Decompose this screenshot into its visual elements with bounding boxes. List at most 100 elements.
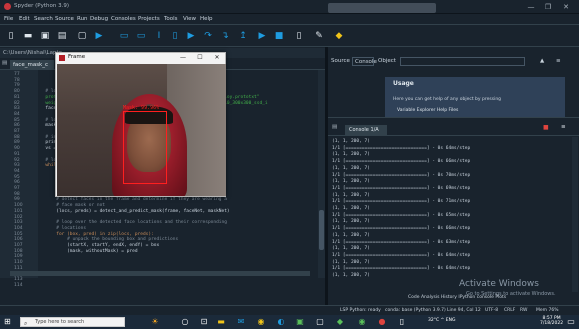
line-number: 91 [14,151,20,157]
console-line: 1/1 [==============================] - 0… [332,159,471,165]
menu-tools[interactable]: Tools [164,16,178,22]
restore-button[interactable]: ❐ [543,2,553,12]
lock-icon[interactable]: ▲ [540,58,544,64]
run-selection-icon[interactable]: I [152,29,166,43]
editor-scrollbar-thumb[interactable] [319,210,324,250]
menu-edit[interactable]: Edit [19,16,30,22]
python-path-icon[interactable]: ◆ [332,29,346,43]
object-input[interactable] [400,57,525,66]
editor-tab[interactable]: face_mask_c [10,60,54,70]
step-into-icon[interactable]: ↴ [218,29,232,43]
window-title: Spyder (Python 3.9) [14,3,69,9]
app-icon[interactable]: ◆ [335,317,345,327]
console-line: (1, 1, 200, 7) [332,179,370,185]
file-explorer-icon[interactable]: ▬ [216,317,226,327]
code-line: for (box, pred) in zip(locs, preds): [40,231,154,237]
options-icon[interactable]: ≡ [556,58,561,64]
save-all-icon[interactable]: ▤ [55,29,69,43]
console-tab[interactable]: Console 1/A [345,125,387,135]
code-line: # locations [40,225,87,231]
task-view-icon[interactable]: ○ [180,317,190,327]
new-file-icon[interactable]: ▯ [4,29,18,43]
console-line: 1/1 [==============================] - 0… [332,212,471,218]
editor-scrollbar[interactable] [318,70,325,278]
console-line: (1, 1, 200, 7) [332,232,370,238]
search-icon: ⌕ [24,320,28,327]
menu-consoles[interactable]: Consoles [111,16,136,22]
console-pane-tabs[interactable]: Code Analysis History IPython console Pl… [408,295,506,300]
console-line: 1/1 [==============================] - 0… [332,266,471,272]
lsp-status: LSP Python: ready [340,308,381,313]
ipython-console[interactable]: (1, 1, 200, 7) 1/1 [=====================… [328,137,572,292]
run-icon[interactable]: ▶ [92,29,106,43]
debug-icon[interactable]: ▶ [184,29,198,43]
console-scrollbar[interactable] [572,137,578,292]
edge-icon[interactable]: ◐ [276,317,286,327]
line-number: 103 [14,220,23,226]
taskbar-search-input[interactable]: ⌕ Type here to search [20,317,125,327]
line-number: 104 [14,225,23,231]
console-line: (1, 1, 200, 7) [332,206,370,211]
notifications-icon[interactable]: ▭ [566,317,576,327]
chrome-icon[interactable]: ◉ [256,317,266,327]
rw-status: RW [520,308,528,313]
new-window-icon[interactable]: ▢ [75,29,89,43]
open-file-icon[interactable]: ▬ [21,29,35,43]
system-tray[interactable]: 32°C ^ ENG [428,318,455,323]
continue-icon[interactable]: ▶ [255,29,269,43]
menu-source[interactable]: Source [55,16,74,22]
store-icon[interactable]: ▣ [295,317,305,327]
code-line: # unpack the bounding box and prediction… [40,237,179,243]
console-line: (1, 1, 200, 7) [332,139,370,144]
console-line: 1/1 [==============================] - 0… [332,199,471,205]
windows-taskbar: ⊞ ⌕ Type here to search ☀ ○ ⊡ ▬ ✉ ◉ ◐ ▣ … [0,315,579,329]
widgets-icon[interactable]: ⊡ [199,317,209,327]
face-prediction-label: Mask: 99.96% [123,105,160,111]
maximize-pane-icon[interactable]: ▯ [292,29,306,43]
preferences-icon[interactable]: ✎ [312,29,326,43]
editor-horizontal-scrollbar[interactable] [10,271,310,276]
menu-run[interactable]: Run [77,16,88,22]
source-select[interactable]: Console [352,57,377,66]
line-number: 77 [14,72,20,77]
frame-close-button[interactable]: ✕ [210,53,224,63]
menu-projects[interactable]: Projects [138,16,160,22]
frame-maximize-button[interactable]: ☐ [193,53,207,63]
spyder-taskbar-icon[interactable]: ● [377,317,387,327]
mail-icon[interactable]: ✉ [236,317,246,327]
minimize-button[interactable]: — [526,2,536,12]
console-line: 1/1 [==============================] - 0… [332,239,471,245]
console-menu-icon[interactable]: ▤ [332,124,337,130]
weather-widget-icon[interactable]: ☀ [150,317,160,327]
run-cell-icon[interactable]: ▭ [117,29,131,43]
line-number: 93 [14,163,20,169]
frame-minimize-button[interactable]: — [176,53,190,63]
working-directory[interactable]: C:\Users\Nishal\Lapto [3,50,62,56]
frame-window[interactable]: Frame — ☐ ✕ Mask: 99.96% [55,52,226,197]
taskbar-clock[interactable]: 8:57 PM 7/18/2022 [540,316,563,326]
close-button[interactable]: ✕ [561,2,571,12]
menu-view[interactable]: View [183,16,196,22]
whatsapp-icon[interactable]: ◉ [357,317,367,327]
step-return-icon[interactable]: ↥ [236,29,250,43]
taskbar-app-icon[interactable]: ▯ [397,317,407,327]
save-icon[interactable]: ▣ [38,29,52,43]
editor-menu-icon[interactable]: ▤ [2,60,7,66]
terminal-icon[interactable]: ▢ [315,317,325,327]
window-overlay-bar [328,3,436,13]
stop-icon[interactable]: ■ [272,29,286,43]
menu-file[interactable]: File [4,16,13,22]
windows-start-icon[interactable]: ⊞ [4,318,12,326]
console-options-icon[interactable]: ≡ [561,124,566,130]
debug-cell-icon[interactable]: ▯ [168,29,182,43]
help-pane-tabs[interactable]: Variable Explorer Help Files [397,108,458,113]
menu-debug[interactable]: Debug [90,16,108,22]
menu-search[interactable]: Search [34,16,53,22]
stop-console-icon[interactable]: ■ [543,124,549,131]
line-number: 82 [14,100,20,106]
object-label: Object [378,58,396,64]
run-cell-advance-icon[interactable]: ▭ [134,29,148,43]
line-number: 101 [14,208,23,214]
menu-help[interactable]: Help [200,16,213,22]
step-icon[interactable]: ↷ [201,29,215,43]
